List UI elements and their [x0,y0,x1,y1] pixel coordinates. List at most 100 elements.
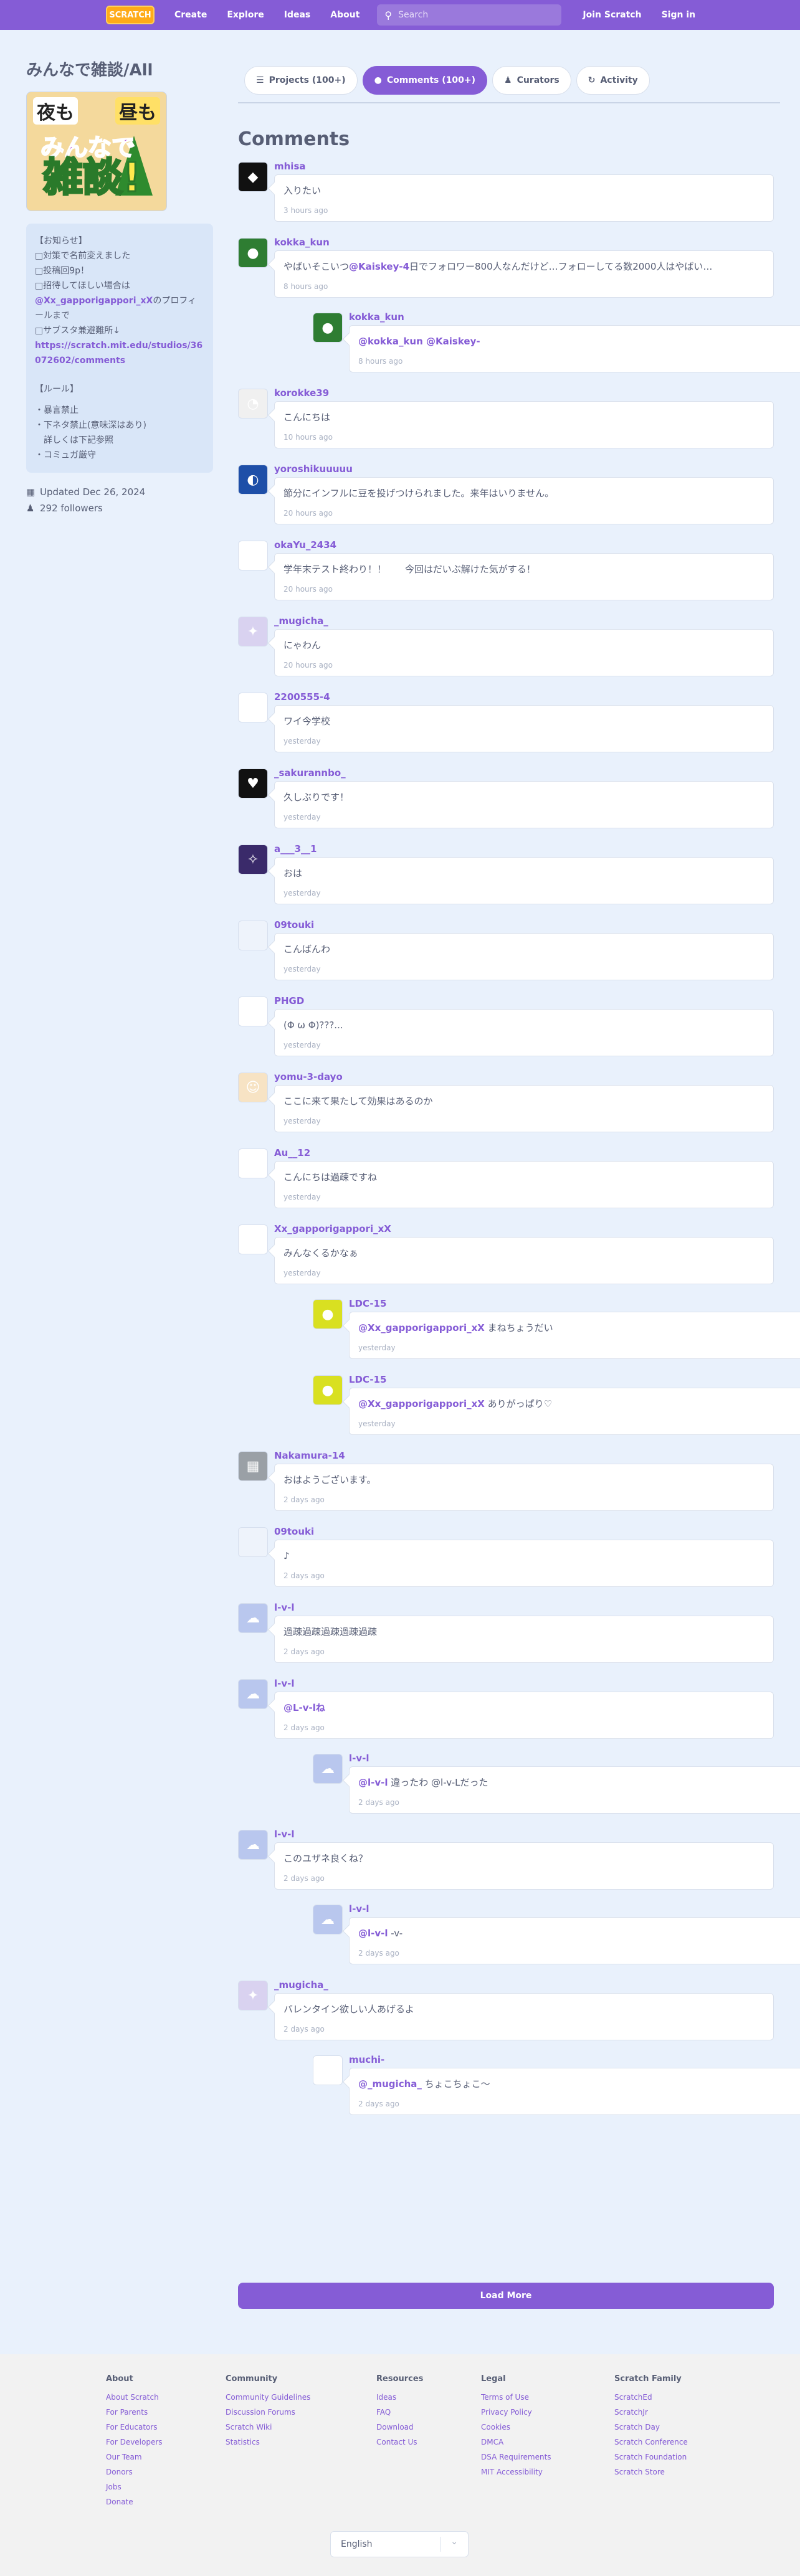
footer-link[interactable]: FAQ [376,2405,423,2420]
footer-link[interactable]: ScratchJr [614,2405,688,2420]
footer-link[interactable]: Donors [106,2465,163,2479]
footer-link[interactable]: MIT Accessibility [481,2465,551,2479]
username-link[interactable]: _sakurannbo_ [274,765,774,781]
avatar[interactable]: ☺ [313,2055,343,2085]
load-more-button[interactable]: Load More [238,2283,774,2309]
avatar[interactable]: ☁ [238,1830,268,1860]
username-link[interactable]: okaYu_2434 [274,537,774,553]
username-link[interactable]: yomu-3-dayo [274,1069,774,1085]
nav-ideas[interactable]: Ideas [274,10,321,20]
username-link[interactable]: _mugicha_ [274,613,774,629]
search-input[interactable]: ⚲ Search [377,4,562,26]
username-link[interactable]: PHGD [274,993,774,1009]
avatar[interactable]: ● [313,313,343,343]
avatar[interactable]: ☁ [238,1603,268,1633]
username-link[interactable]: muchi- [349,2052,774,2068]
substudio-link[interactable]: https://scratch.mit.edu/studios/36072602… [35,338,204,368]
mention-link[interactable]: @Xx_gapporigappori_xX [358,1322,485,1333]
footer-link[interactable]: Our Team [106,2450,163,2465]
avatar[interactable]: ✦ [238,1981,268,2010]
footer-link[interactable]: For Educators [106,2420,163,2435]
footer-link[interactable]: Discussion Forums [226,2405,310,2420]
username-link[interactable]: 09touki [274,1523,774,1540]
mention-link[interactable]: @_mugicha_ [358,2078,422,2090]
mention-link[interactable]: @l-v-l [358,1928,388,1939]
avatar[interactable]: ◕ [238,541,268,571]
username-link[interactable]: mhisa [274,158,774,174]
footer-link[interactable]: ScratchEd [614,2390,688,2405]
username-link[interactable]: Xx_gapporigappori_xX [274,1221,774,1237]
tab-comments[interactable]: ● Comments (100+) [362,66,487,95]
footer-link[interactable]: Contact Us [376,2435,423,2450]
nav-about[interactable]: About [320,10,369,20]
footer-link[interactable]: Cookies [481,2420,551,2435]
footer-link[interactable]: Scratch Foundation [614,2450,688,2465]
username-link[interactable]: LDC-15 [349,1295,774,1312]
username-link[interactable]: _mugicha_ [274,1977,774,1993]
avatar[interactable] [238,921,268,950]
username-link[interactable]: l-v-l [349,1901,774,1917]
username-link[interactable]: kokka_kun [274,234,774,250]
username-link[interactable]: a___3__1 [274,841,774,857]
username-link[interactable]: l-v-l [274,1826,774,1842]
mention-link[interactable]: @Xx_gapporigappori_xX [358,1398,485,1409]
mention-link[interactable]: @l-v-l [358,1777,388,1788]
avatar[interactable]: ● [238,238,268,268]
avatar[interactable]: ☻ [238,1224,268,1254]
username-link[interactable]: l-v-l [349,1750,774,1766]
tab-curators[interactable]: ♟ Curators [492,66,571,95]
avatar[interactable]: ● [313,1375,343,1405]
avatar[interactable]: ✶ [238,1148,268,1178]
username-link[interactable]: l-v-l [274,1675,774,1692]
avatar[interactable]: ♥ [238,769,268,798]
avatar[interactable]: ■ [238,997,268,1026]
footer-link[interactable]: Community Guidelines [226,2390,310,2405]
join-scratch-link[interactable]: Join Scratch [573,10,651,20]
avatar[interactable]: ☁ [313,1754,343,1784]
mention-link[interactable]: @L-v-lね [283,1702,325,1713]
username-link[interactable]: korokke39 [274,385,774,401]
footer-link[interactable]: Scratch Day [614,2420,688,2435]
footer-link[interactable]: For Developers [106,2435,163,2450]
nav-explore[interactable]: Explore [217,10,274,20]
username-link[interactable]: 2200555-4 [274,689,774,705]
username-link[interactable]: l-v-l [274,1599,774,1616]
footer-link[interactable]: DMCA [481,2435,551,2450]
sign-in-link[interactable]: Sign in [652,10,706,20]
avatar[interactable]: ▦ [238,1451,268,1481]
username-link[interactable]: kokka_kun [349,309,774,325]
avatar[interactable] [238,1527,268,1557]
footer-link[interactable]: For Parents [106,2405,163,2420]
username-link[interactable]: Nakamura-14 [274,1447,774,1464]
mention-link[interactable]: @kokka_kun @Kaiskey- [358,336,480,347]
footer-link[interactable]: Statistics [226,2435,310,2450]
scratch-logo[interactable]: SCRATCH [106,6,155,24]
avatar[interactable]: ✧ [238,845,268,874]
footer-link[interactable]: Ideas [376,2390,423,2405]
username-link[interactable]: LDC-15 [349,1371,774,1388]
footer-link[interactable]: Privacy Policy [481,2405,551,2420]
footer-link[interactable]: About Scratch [106,2390,163,2405]
avatar[interactable]: ◐ [238,465,268,495]
footer-link[interactable]: Jobs [106,2479,163,2494]
avatar[interactable]: ☁ [238,1679,268,1709]
mention-link[interactable]: @Kaiskey-4 [349,261,409,272]
footer-link[interactable]: Scratch Store [614,2465,688,2479]
avatar[interactable]: ● [313,1299,343,1329]
avatar[interactable]: ◔ [238,389,268,419]
footer-link[interactable]: Donate [106,2494,163,2509]
username-link[interactable]: 09touki [274,917,774,933]
avatar[interactable]: ☺ [238,1073,268,1102]
footer-link[interactable]: DSA Requirements [481,2450,551,2465]
tab-projects[interactable]: ☰ Projects (100+) [244,66,358,95]
language-select[interactable]: English ⌄ [330,2531,469,2557]
footer-link[interactable]: Terms of Use [481,2390,551,2405]
username-link[interactable]: Au__12 [274,1145,774,1161]
avatar[interactable]: ☁ [313,1905,343,1934]
mention-link[interactable]: @Xx_gapporigappori_xX [35,296,153,306]
nav-create[interactable]: Create [164,10,217,20]
tab-activity[interactable]: ↻ Activity [576,66,650,95]
footer-link[interactable]: Scratch Wiki [226,2420,310,2435]
username-link[interactable]: yoroshikuuuuu [274,461,774,477]
avatar[interactable]: ◆ [238,162,268,192]
